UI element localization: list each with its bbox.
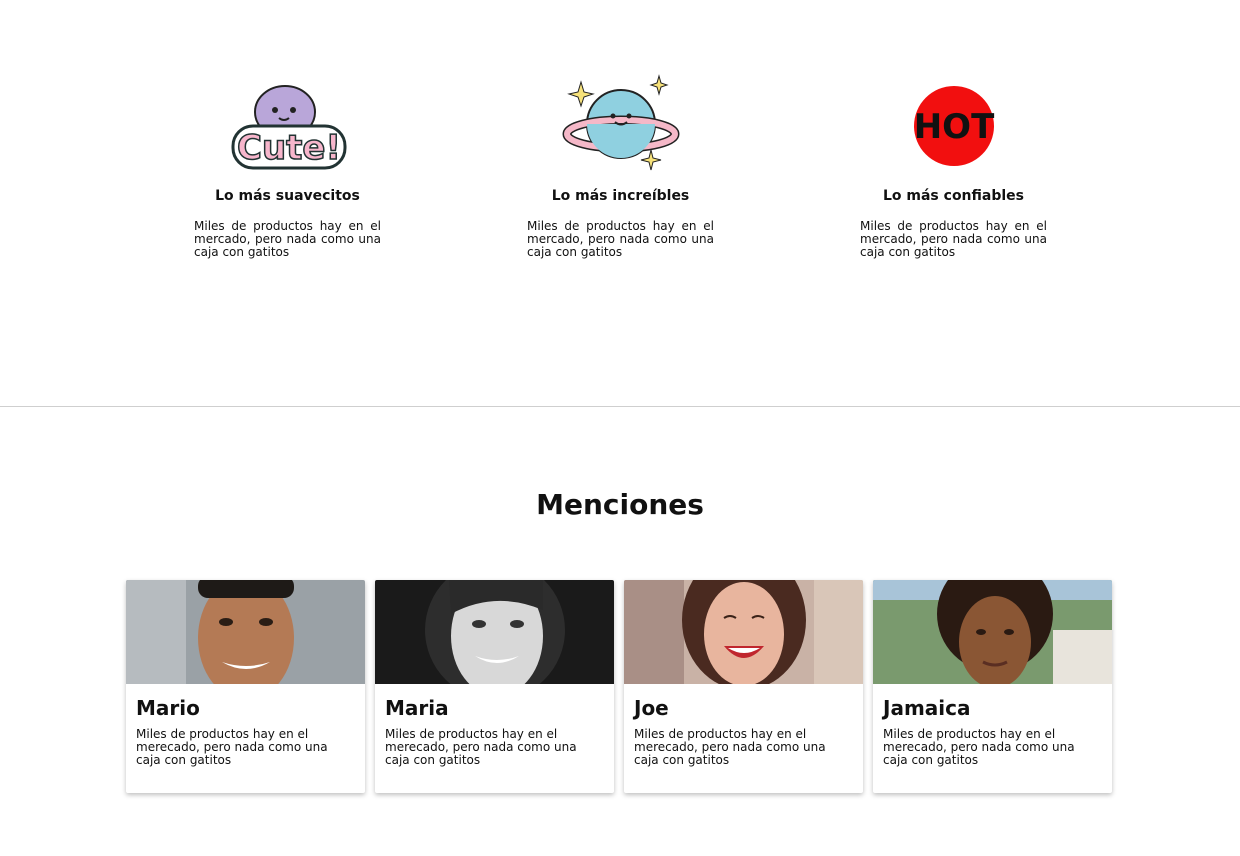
mention-name: Jamaica	[883, 696, 971, 720]
woman-laughing-photo	[624, 580, 863, 684]
mention-text: Miles de productos hay en el merecado, p…	[883, 727, 1075, 767]
mentions-title: Menciones	[536, 488, 704, 521]
mention-name: Mario	[136, 696, 200, 720]
mention-card-mario[interactable]: Mario Miles de productos hay en el merec…	[126, 580, 365, 793]
mention-text: Miles de productos hay en el merecado, p…	[385, 727, 577, 767]
feature-text: Miles de productos hay en el mercado, pe…	[860, 219, 1047, 259]
feature-text: Miles de productos hay en el mercado, pe…	[194, 219, 381, 259]
woman-bw-photo	[375, 580, 614, 684]
cute-sticker-icon: Cute!	[194, 70, 381, 178]
feature-text: Miles de productos hay en el mercado, pe…	[527, 219, 714, 259]
mention-name: Maria	[385, 696, 449, 720]
mention-text: Miles de productos hay en el merecado, p…	[634, 727, 826, 767]
cute-sticker-text: Cute!	[237, 128, 341, 168]
hot-sticker-icon: HOT	[860, 70, 1047, 178]
feature-title: Lo más confiables	[882, 188, 1024, 204]
mention-card-jamaica[interactable]: Jamaica Miles de productos hay en el mer…	[873, 580, 1112, 793]
mention-text: Miles de productos hay en el merecado, p…	[136, 727, 328, 767]
feature-title: Lo más increíbles	[551, 188, 690, 204]
feature-soft: Cute! Lo más suavecitos Miles de product…	[194, 70, 381, 259]
section-divider	[0, 406, 1240, 407]
feature-amazing: Lo más increíbles Miles de productos hay…	[527, 70, 714, 259]
features-section: Cute! Lo más suavecitos Miles de product…	[0, 0, 1240, 407]
mention-card-joe[interactable]: Joe Miles de productos hay en el merecad…	[624, 580, 863, 793]
hot-sticker-text: HOT	[913, 107, 994, 147]
man-smiling-photo	[126, 580, 365, 684]
mention-card-maria[interactable]: Maria Miles de productos hay en el merec…	[375, 580, 614, 793]
feature-title: Lo más suavecitos	[215, 188, 360, 204]
planet-sticker-icon	[527, 70, 714, 178]
mentions-cards: Mario Miles de productos hay en el merec…	[126, 580, 1112, 793]
woman-curly-hair-photo	[873, 580, 1112, 684]
feature-reliable: HOT Lo más confiables Miles de productos…	[860, 70, 1047, 259]
mention-name: Joe	[634, 696, 669, 720]
